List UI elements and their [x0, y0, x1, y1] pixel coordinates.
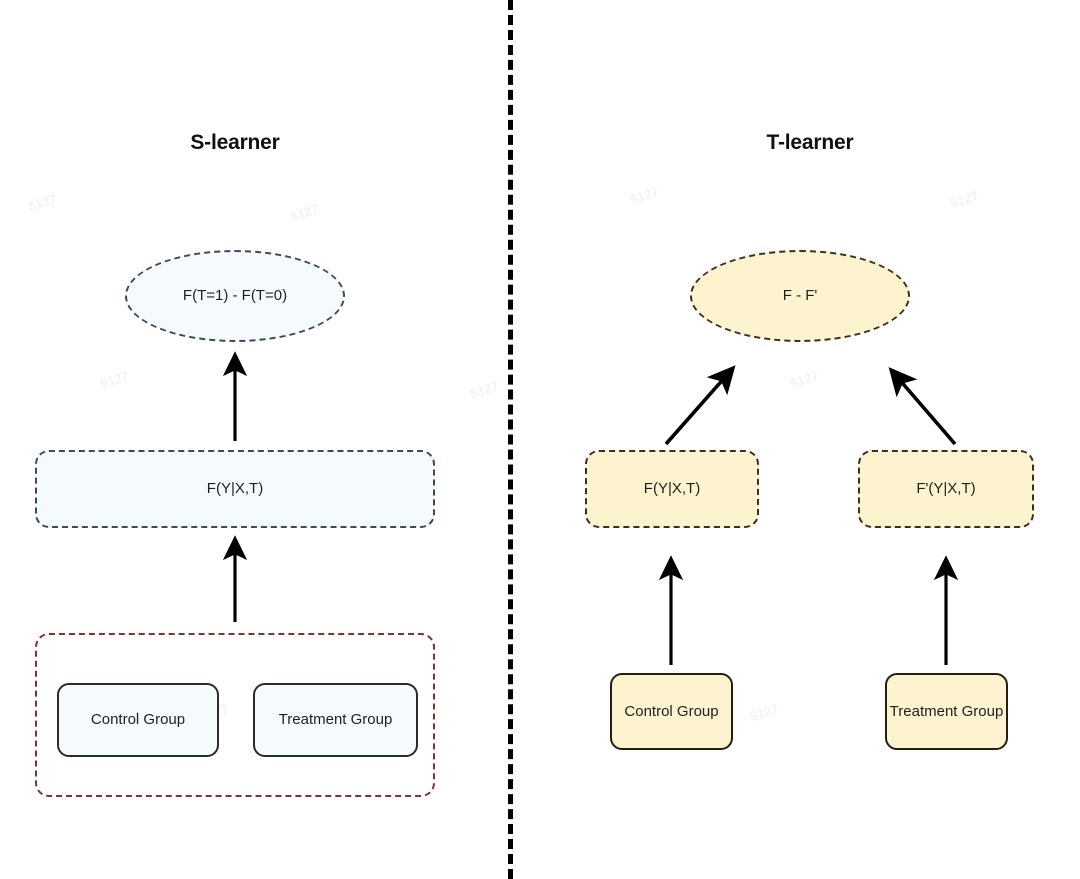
- t-learner-control-group-node[interactable]: Control Group: [610, 673, 733, 750]
- watermark: 5127: [98, 367, 131, 392]
- t-learner-treatment-model-node[interactable]: F'(Y|X,T): [858, 450, 1034, 528]
- watermark: 5127: [788, 367, 821, 392]
- watermark: 5127: [748, 700, 781, 725]
- watermark: 5127: [628, 183, 661, 208]
- watermark: 5127: [288, 200, 321, 225]
- diagram-canvas: 5127 5127 5127 5127 5127 5127 5127 5127 …: [0, 0, 1080, 879]
- s-learner-control-group-node[interactable]: Control Group: [57, 683, 219, 757]
- arrow-t-model-treatment-to-output: [888, 367, 957, 446]
- t-learner-title: T-learner: [766, 131, 854, 154]
- t-learner-treatment-group-node[interactable]: Treatment Group: [885, 673, 1008, 750]
- arrow-t-model-control-to-output: [664, 365, 736, 446]
- t-learner-output-node[interactable]: F - F': [690, 250, 910, 342]
- s-learner-model-node[interactable]: F(Y|X,T): [35, 450, 435, 528]
- watermark: 5127: [948, 187, 981, 212]
- t-learner-control-model-node[interactable]: F(Y|X,T): [585, 450, 759, 528]
- s-learner-title: S-learner: [190, 131, 280, 154]
- panel-divider: [508, 0, 513, 879]
- s-learner-treatment-group-node[interactable]: Treatment Group: [253, 683, 418, 757]
- s-learner-output-node[interactable]: F(T=1) - F(T=0): [125, 250, 345, 342]
- watermark: 5127: [26, 190, 59, 215]
- watermark: 5127: [468, 377, 501, 402]
